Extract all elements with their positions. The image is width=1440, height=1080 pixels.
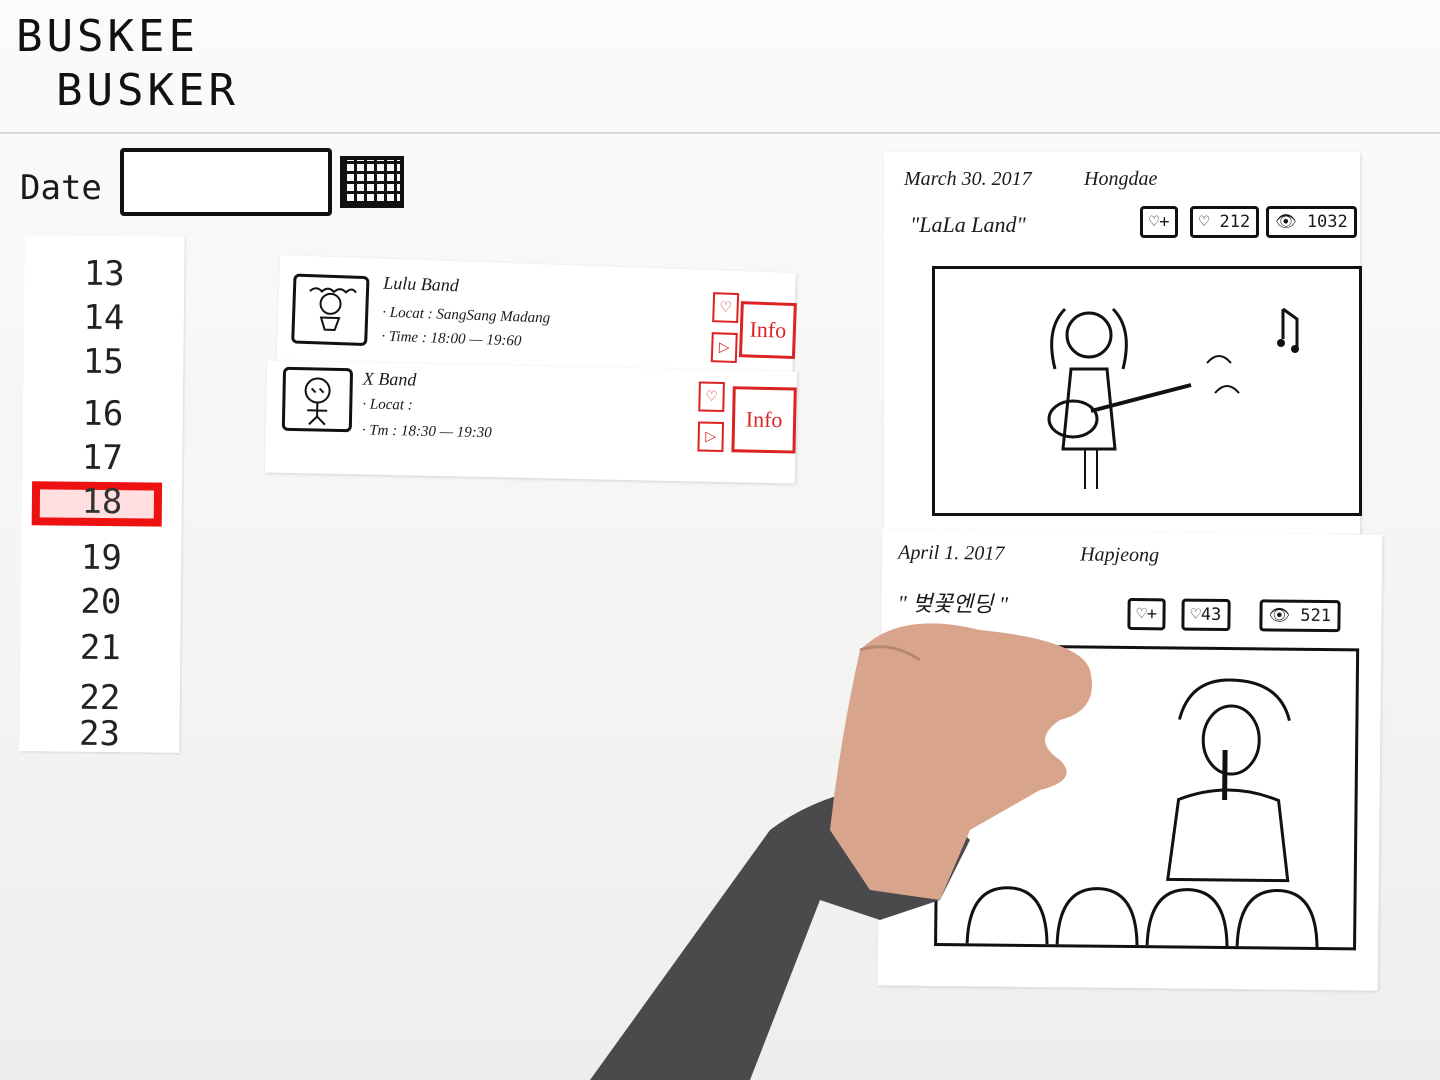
app-title-line2: BUSKER [56,65,239,116]
post-date: April 1. 2017 [898,541,1005,565]
app-title-line1: BUSKEE [16,11,199,62]
like-icon[interactable]: ♡ [712,292,740,324]
paper-fold [0,132,1440,134]
band-card[interactable]: X Band · Locat : · Tm : 18:30 — 19:30 ♡ … [264,360,798,484]
post-song-title: "LaLa Land" [910,212,1026,237]
user-hand-photo [590,623,1092,1080]
day-item[interactable]: 21 [20,627,180,669]
video-player[interactable] [932,266,1362,516]
day-item[interactable]: 23 [19,713,179,755]
band-name: Lulu Band [382,272,460,296]
post-date: March 30. 2017 [904,168,1032,190]
day-item[interactable]: 15 [23,341,183,383]
day-item[interactable]: 16 [23,393,183,435]
likes-count[interactable]: ♡ 212 [1190,206,1260,238]
band-location: · Locat : [362,396,413,414]
follow-button[interactable]: ♡+ [1140,206,1179,238]
views-count: 👁 1032 [1266,206,1357,238]
band-time: · Tm : 18:30 — 19:30 [361,422,492,442]
band-time: · Time : 18:00 — 19:60 [381,328,522,350]
views-count: 👁 521 [1259,599,1341,633]
post-location: Hongdae [1084,168,1158,190]
band-location: · Locat : SangSang Madang [381,304,551,327]
day-item[interactable]: 17 [22,437,182,479]
day-item[interactable]: 14 [24,297,184,339]
day-picker[interactable]: 13 14 15 16 17 18 19 20 21 22 23 [19,235,185,755]
performance-post: March 30. 2017 Hongdae "LaLa Land" ♡+ ♡ … [884,152,1362,534]
day-item-selected[interactable]: 18 [22,481,182,523]
day-item[interactable]: 19 [21,537,181,579]
like-icon[interactable]: ♡ [698,381,725,413]
play-icon[interactable]: ▷ [710,332,738,364]
day-item[interactable]: 20 [21,581,181,623]
info-button[interactable]: Info [731,386,797,454]
follow-button[interactable]: ♡+ [1127,597,1167,631]
likes-count[interactable]: ♡43 [1181,598,1231,632]
info-button[interactable]: Info [738,301,797,360]
post-location: Hapjeong [1080,543,1160,567]
app-logo: BUSKEE BUSKER [16,10,239,118]
video-thumbnail [1047,307,1299,489]
band-avatar [291,273,370,347]
date-input[interactable] [120,148,332,216]
play-icon[interactable]: ▷ [697,421,725,453]
calendar-icon[interactable] [340,156,404,208]
band-name: X Band [362,368,417,390]
day-item[interactable]: 13 [24,253,184,295]
band-avatar [281,366,354,433]
